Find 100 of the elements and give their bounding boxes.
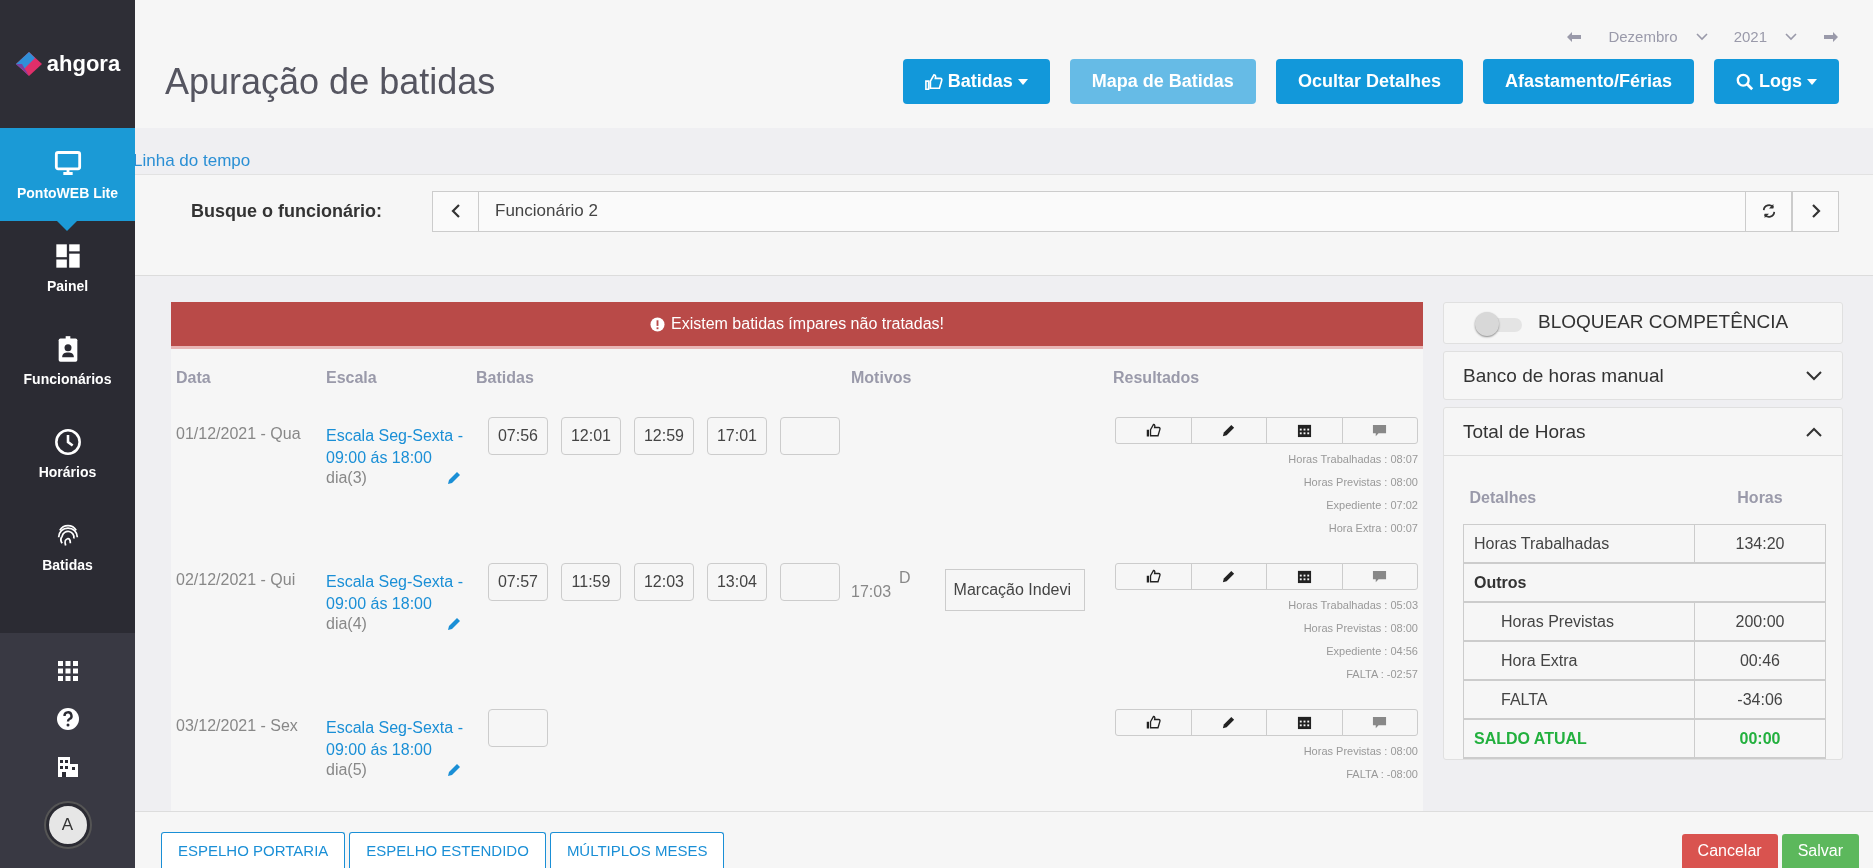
table-cell: Horas Trabalhadas xyxy=(1463,524,1695,563)
search-label: Busque o funcionário: xyxy=(191,200,382,222)
new-punch-field[interactable] xyxy=(488,709,548,747)
result-line: Hora Extra : 00:07 xyxy=(1328,521,1418,536)
punch-time-field[interactable]: 12:59 xyxy=(634,417,694,455)
edit-button[interactable] xyxy=(1190,417,1267,444)
lock-toggle[interactable] xyxy=(1474,312,1524,338)
group-label: Outros xyxy=(1463,563,1826,602)
refresh-icon xyxy=(1761,203,1776,219)
thumbs-up-icon xyxy=(1145,715,1161,730)
column-header: Resultados xyxy=(1113,369,1201,387)
motive-reason-field[interactable]: Marcação Indevi xyxy=(944,569,1085,611)
motive-time: 17:03 xyxy=(851,582,892,601)
day-label: dia(5) xyxy=(326,761,367,779)
punch-time-field[interactable]: 13:04 xyxy=(707,563,767,601)
edit-button[interactable] xyxy=(1190,709,1267,736)
user-avatar[interactable]: A xyxy=(45,803,90,847)
date-text: 02/12/2021 - Qui xyxy=(176,570,297,589)
edit-button[interactable] xyxy=(1190,563,1267,590)
punch-time-field[interactable]: 17:01 xyxy=(707,417,767,455)
help-icon[interactable] xyxy=(55,707,80,731)
report-button[interactable]: ESPELHO ESTENDIDO xyxy=(349,832,546,868)
logo-text: ahgora xyxy=(46,51,121,77)
chevron-icon xyxy=(1806,370,1822,381)
result-line: Horas Trabalhadas : 05:03 xyxy=(1288,598,1418,613)
result-line: Expediente : 07:02 xyxy=(1326,498,1418,513)
date-text: 03/12/2021 - Sex xyxy=(176,716,299,735)
clock-icon xyxy=(53,427,82,456)
column-header: Horas xyxy=(1694,472,1826,525)
day-label: dia(4) xyxy=(326,615,367,633)
approve-button[interactable] xyxy=(1115,709,1192,736)
table-cell: FALTA xyxy=(1463,680,1695,719)
result-line: Horas Previstas : 08:00 xyxy=(1303,621,1418,636)
result-line: FALTA : -08:00 xyxy=(1346,767,1418,782)
right-arrow-icon[interactable] xyxy=(1823,30,1839,43)
employee-search-field[interactable]: Funcionário 2 xyxy=(479,190,1745,232)
logo-icon xyxy=(14,51,43,77)
table-cell: Horas Previstas xyxy=(1463,602,1695,641)
column-header: Escala xyxy=(326,369,378,387)
new-punch-field[interactable] xyxy=(780,563,840,601)
result-line: Horas Previstas : 08:00 xyxy=(1303,744,1418,759)
calendar-button[interactable] xyxy=(1266,563,1343,590)
table-cell: Hora Extra xyxy=(1463,641,1695,680)
left-arrow-icon[interactable] xyxy=(1566,30,1583,43)
lock-label: BLOQUEAR COMPETÊNCIA xyxy=(1538,311,1789,333)
column-header: Batidas xyxy=(476,369,535,387)
thumbs-up-icon xyxy=(1145,569,1161,584)
apps-grid-icon[interactable] xyxy=(55,659,80,683)
punch-time-field[interactable]: 12:03 xyxy=(634,563,694,601)
sidebar-item[interactable]: Batidas xyxy=(0,500,135,593)
dashboard-icon xyxy=(53,241,82,270)
pencil-icon xyxy=(1221,715,1237,730)
sidebar-item[interactable]: Horários xyxy=(0,407,135,500)
active-pointer-icon xyxy=(57,221,77,231)
approve-button[interactable] xyxy=(1115,417,1192,444)
thumbs-up-icon xyxy=(1145,423,1161,438)
pencil-icon xyxy=(1221,423,1237,438)
sidebar-item[interactable]: Painel xyxy=(0,221,135,314)
speech-bubble-icon xyxy=(1372,715,1388,730)
punch-time-field[interactable]: 11:59 xyxy=(561,563,621,601)
pencil-icon[interactable] xyxy=(446,762,462,778)
approve-button[interactable] xyxy=(1115,563,1192,590)
report-button[interactable]: MÚLTIPLOS MESES xyxy=(549,832,725,868)
speech-bubble-icon xyxy=(1372,569,1388,584)
calendar-button[interactable] xyxy=(1266,709,1343,736)
report-button[interactable]: ESPELHO PORTARIA xyxy=(161,832,346,868)
accordion-header[interactable]: Banco de horas manual xyxy=(1444,352,1842,399)
table-cell: SALDO ATUAL xyxy=(1463,719,1695,758)
monitor-icon xyxy=(53,148,82,177)
cancel-button[interactable]: Cancelar xyxy=(1681,834,1778,868)
result-line: Horas Previstas : 08:00 xyxy=(1303,475,1418,490)
result-line: Horas Trabalhadas : 08:07 xyxy=(1288,452,1418,467)
chevron-down-icon xyxy=(1785,32,1797,41)
calendar-icon xyxy=(1296,715,1312,730)
pencil-icon[interactable] xyxy=(446,470,462,486)
new-punch-field[interactable] xyxy=(780,417,840,455)
exclamation-icon xyxy=(650,316,665,332)
sidebar-item[interactable]: Funcionários xyxy=(0,314,135,407)
result-line: Expediente : 04:56 xyxy=(1326,644,1418,659)
punch-time-field[interactable]: 12:01 xyxy=(561,417,621,455)
refresh-button[interactable] xyxy=(1745,190,1792,232)
building-icon[interactable] xyxy=(55,755,80,779)
accordion-header[interactable]: Total de Horas xyxy=(1444,408,1842,455)
column-header: Detalhes xyxy=(1463,472,1695,525)
day-label: dia(3) xyxy=(326,469,367,487)
table-cell: 00:00 xyxy=(1694,719,1826,758)
pencil-icon[interactable] xyxy=(446,616,462,632)
thumbs-up-icon xyxy=(924,72,943,91)
result-line: FALTA : -02:57 xyxy=(1346,667,1418,682)
chevron-icon xyxy=(1806,426,1822,437)
table-cell: -34:06 xyxy=(1694,680,1826,719)
punch-time-field[interactable]: 07:56 xyxy=(488,417,548,455)
calendar-icon xyxy=(1296,423,1312,438)
pencil-icon xyxy=(1221,569,1237,584)
search-icon xyxy=(1736,72,1754,91)
calendar-button[interactable] xyxy=(1266,417,1343,444)
chevron-down-icon xyxy=(1695,32,1708,41)
table-cell: 134:20 xyxy=(1694,524,1826,563)
punch-time-field[interactable]: 07:57 xyxy=(488,563,548,601)
date-text: 01/12/2021 - Qua xyxy=(176,424,302,443)
